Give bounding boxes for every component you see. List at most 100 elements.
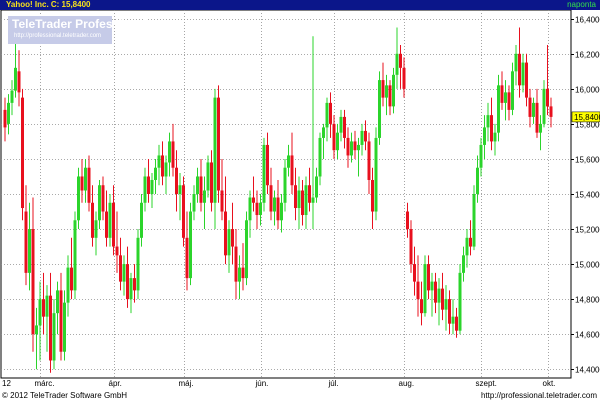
- candle-body: [469, 237, 472, 247]
- candle: [94, 211, 98, 256]
- candle-body: [479, 144, 483, 168]
- x-tick-label: szept.: [476, 379, 497, 388]
- candle: [458, 264, 462, 335]
- candle-body: [7, 102, 10, 124]
- candle-body: [486, 115, 490, 128]
- candle: [507, 85, 511, 121]
- candle-body: [245, 220, 248, 279]
- x-tick-label: júl.: [328, 379, 339, 388]
- candle: [336, 123, 339, 159]
- candle-body: [255, 202, 259, 216]
- candle-body: [346, 137, 350, 156]
- candle-body: [63, 302, 66, 352]
- candle-body: [455, 316, 458, 331]
- candle-body: [364, 130, 367, 142]
- candle: [290, 132, 294, 194]
- candle: [455, 307, 458, 338]
- candle: [483, 115, 486, 159]
- candle: [339, 109, 343, 142]
- candle-body: [206, 162, 210, 191]
- candle: [234, 229, 238, 300]
- candle: [80, 158, 84, 203]
- candle-body: [472, 194, 476, 247]
- candle-body: [28, 229, 31, 273]
- period-label[interactable]: naponta: [567, 0, 596, 10]
- candle-body: [224, 211, 227, 256]
- y-tick-label: 14,6000: [575, 331, 600, 340]
- candle: [294, 167, 297, 221]
- candle: [413, 246, 416, 296]
- candle-body: [532, 102, 535, 117]
- candle: [311, 36, 315, 230]
- candle-body: [129, 278, 133, 300]
- candle: [10, 80, 14, 116]
- candle: [129, 272, 133, 314]
- candle-body: [297, 190, 301, 209]
- footer-url[interactable]: http://professional.teletrader.com: [481, 391, 597, 400]
- candle-body: [322, 127, 325, 138]
- title-bar: Yahoo! Inc. C: 15,8400 naponta: [0, 0, 600, 10]
- candle: [136, 229, 140, 300]
- candle: [77, 167, 80, 230]
- x-tick-label: jún.: [255, 379, 269, 388]
- candle-body: [42, 299, 45, 317]
- candle-body: [350, 141, 353, 156]
- candle: [385, 74, 388, 116]
- candle-body: [402, 67, 406, 89]
- candle-body: [80, 176, 84, 191]
- candle-body: [266, 144, 269, 186]
- candle: [381, 62, 385, 107]
- candle: [371, 167, 374, 230]
- candle: [497, 74, 500, 142]
- candle: [318, 132, 322, 186]
- candle: [248, 190, 252, 238]
- candle-body: [420, 299, 423, 314]
- copyright-text: © 2012 TeleTrader Software GmbH: [2, 391, 128, 400]
- candle-body: [416, 281, 420, 300]
- candle-body: [343, 116, 346, 138]
- y-tick-label: 14,8000: [575, 296, 600, 305]
- candle: [374, 127, 378, 221]
- candle: [367, 132, 371, 194]
- candle: [49, 272, 52, 373]
- candle: [350, 132, 353, 163]
- candle: [66, 255, 70, 317]
- candle: [280, 194, 283, 233]
- chart-title: Yahoo! Inc. C: 15,8400: [6, 0, 91, 9]
- candle: [21, 88, 24, 221]
- candle: [441, 272, 444, 321]
- candle-body: [98, 185, 101, 221]
- candle: [224, 176, 227, 265]
- candle-body: [231, 229, 234, 247]
- candlestick-chart[interactable]: 14,4000 14,6000 14,8000 15,0000 15,2000 15,40…: [0, 10, 600, 390]
- candle: [28, 202, 31, 291]
- candle: [423, 255, 427, 317]
- candle: [252, 176, 255, 212]
- candle-body: [434, 281, 437, 303]
- candle-body: [241, 267, 245, 279]
- candle-body: [234, 246, 238, 282]
- candle-body: [273, 197, 276, 212]
- candle: [196, 167, 199, 203]
- candle-body: [507, 92, 511, 110]
- candle: [157, 144, 161, 186]
- candle-body: [283, 167, 287, 203]
- candle-body: [178, 185, 182, 194]
- candle-body: [339, 116, 343, 133]
- candle: [301, 179, 304, 226]
- candle-body: [91, 202, 94, 238]
- candle: [427, 255, 430, 300]
- candle: [105, 190, 108, 247]
- candle: [154, 158, 157, 194]
- candle: [185, 211, 189, 291]
- candle: [70, 237, 73, 300]
- candle-body: [94, 220, 98, 238]
- candle-body: [392, 74, 395, 107]
- candle-body: [24, 211, 28, 273]
- candle-body: [280, 202, 283, 221]
- candle-body: [161, 155, 164, 177]
- candle-body: [217, 97, 220, 191]
- candle: [31, 197, 35, 352]
- candle: [402, 57, 406, 98]
- candle-body: [31, 229, 35, 335]
